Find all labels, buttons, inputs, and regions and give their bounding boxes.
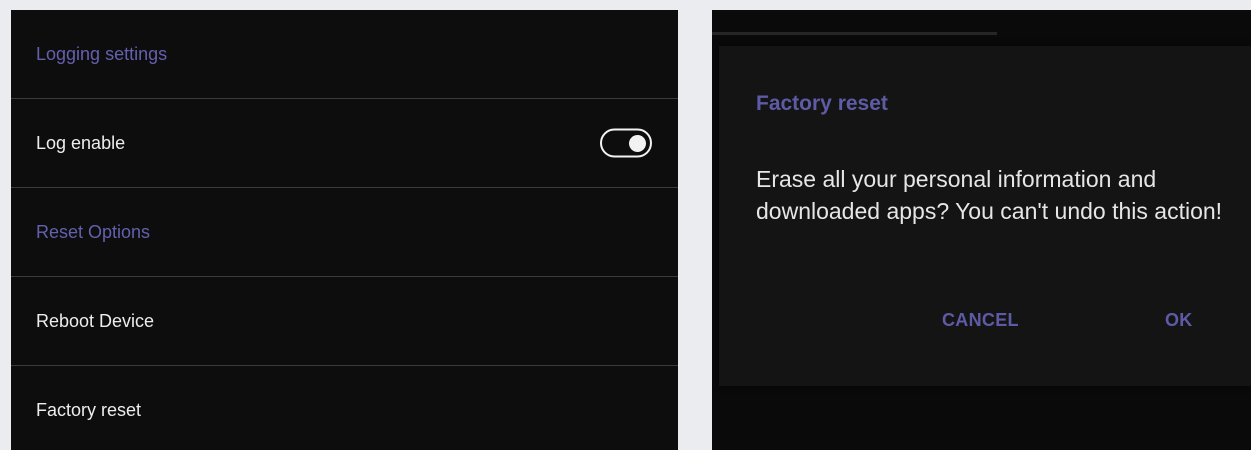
- section-header-label: Logging settings: [36, 43, 168, 64]
- setting-factory-reset[interactable]: Factory reset: [11, 366, 678, 450]
- setting-label: Log enable: [36, 132, 126, 153]
- section-header-reset: Reset Options: [11, 188, 678, 277]
- dialog-message: Erase all your personal information and …: [756, 166, 1223, 224]
- settings-panel: Logging settings Log enable Reset Option…: [11, 10, 678, 450]
- ok-button[interactable]: OK: [1165, 310, 1193, 331]
- dialog-title: Factory reset: [756, 92, 888, 115]
- screenshot-stage: Logging settings Log enable Reset Option…: [0, 0, 1251, 450]
- setting-reboot-device[interactable]: Reboot Device: [11, 277, 678, 366]
- setting-label: Factory reset: [36, 400, 142, 420]
- setting-log-enable[interactable]: Log enable: [11, 99, 678, 188]
- setting-label: Reboot Device: [36, 310, 155, 331]
- divider: [712, 32, 997, 35]
- section-header-label: Reset Options: [36, 221, 151, 242]
- log-enable-toggle[interactable]: [600, 128, 652, 158]
- cancel-button[interactable]: CANCEL: [942, 310, 1019, 331]
- section-header-logging: Logging settings: [11, 10, 678, 99]
- dialog-screen: Factory reset Erase all your personal in…: [712, 10, 1251, 450]
- toggle-knob: [629, 134, 646, 152]
- factory-reset-dialog: Factory reset Erase all your personal in…: [719, 46, 1251, 386]
